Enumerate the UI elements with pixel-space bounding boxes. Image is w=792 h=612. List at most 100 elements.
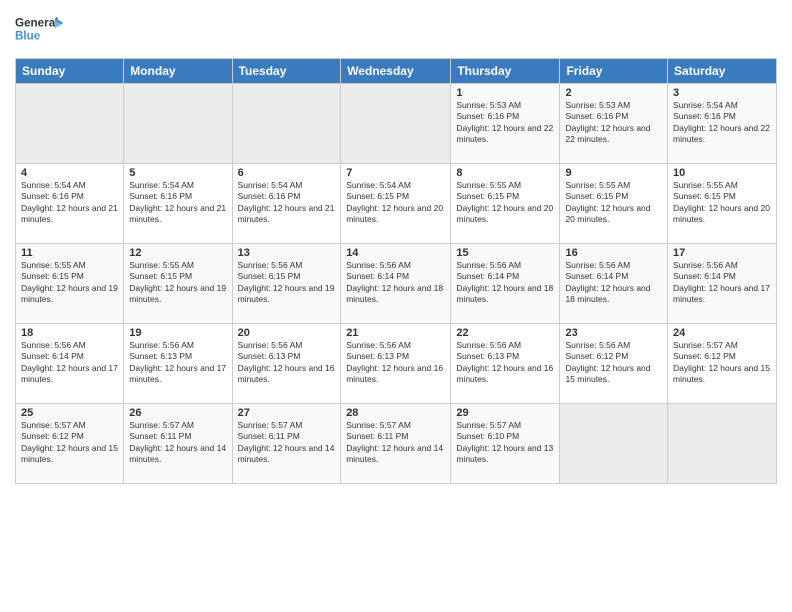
calendar-cell: 13Sunrise: 5:56 AMSunset: 6:15 PMDayligh… — [232, 244, 341, 324]
day-number: 2 — [565, 87, 662, 99]
calendar-cell: 28Sunrise: 5:57 AMSunset: 6:11 PMDayligh… — [341, 404, 451, 484]
calendar-week-3: 11 Sunrise: 5:55 AMSunset: 6:15 PMDayligh… — [16, 244, 777, 324]
column-header-tuesday: Tuesday — [232, 59, 341, 84]
day-number: 21 — [346, 327, 445, 339]
column-header-friday: Friday — [560, 59, 668, 84]
day-number: 4 — [21, 167, 118, 179]
day-info: Sunrise: 5:57 AMSunset: 6:11 PMDaylight:… — [346, 420, 445, 466]
day-number: 28 — [346, 407, 445, 419]
column-header-monday: Monday — [124, 59, 232, 84]
logo-icon: General Blue — [15, 10, 65, 50]
column-header-saturday: Saturday — [668, 59, 777, 84]
day-number: 3 — [673, 87, 771, 99]
day-info: Sunrise: 5:54 AMSunset: 6:16 PMDaylight:… — [129, 180, 226, 226]
page-container: General Blue SundayMondayTuesdayWednesda… — [0, 0, 792, 612]
day-number: 29 — [456, 407, 554, 419]
calendar-cell: 22Sunrise: 5:56 AMSunset: 6:13 PMDayligh… — [451, 324, 560, 404]
day-info: Sunrise: 5:54 AMSunset: 6:16 PMDaylight:… — [238, 180, 336, 226]
page-header: General Blue — [15, 10, 777, 50]
day-info: Sunrise: 5:57 AMSunset: 6:11 PMDaylight:… — [129, 420, 226, 466]
calendar-week-1: 1Sunrise: 5:53 AMSunset: 6:16 PMDaylight… — [16, 84, 777, 164]
column-header-wednesday: Wednesday — [341, 59, 451, 84]
day-number: 26 — [129, 407, 226, 419]
calendar-cell: 29Sunrise: 5:57 AMSunset: 6:10 PMDayligh… — [451, 404, 560, 484]
calendar-table: SundayMondayTuesdayWednesdayThursdayFrid… — [15, 58, 777, 484]
calendar-cell: 4Sunrise: 5:54 AMSunset: 6:16 PMDaylight… — [16, 164, 124, 244]
day-number: 19 — [129, 327, 226, 339]
day-number: 7 — [346, 167, 445, 179]
calendar-cell: 2Sunrise: 5:53 AMSunset: 6:16 PMDaylight… — [560, 84, 668, 164]
day-info: Sunrise: 5:56 AMSunset: 6:13 PMDaylight:… — [129, 340, 226, 386]
calendar-cell: 16Sunrise: 5:56 AMSunset: 6:14 PMDayligh… — [560, 244, 668, 324]
calendar-cell — [668, 404, 777, 484]
calendar-cell: 5Sunrise: 5:54 AMSunset: 6:16 PMDaylight… — [124, 164, 232, 244]
calendar-week-4: 18Sunrise: 5:56 AMSunset: 6:14 PMDayligh… — [16, 324, 777, 404]
day-info: Sunrise: 5:56 AMSunset: 6:13 PMDaylight:… — [456, 340, 554, 386]
calendar-cell: 24Sunrise: 5:57 AMSunset: 6:12 PMDayligh… — [668, 324, 777, 404]
day-info: Sunrise: 5:56 AMSunset: 6:14 PMDaylight:… — [565, 260, 662, 306]
calendar-cell: 26Sunrise: 5:57 AMSunset: 6:11 PMDayligh… — [124, 404, 232, 484]
day-number: 11 — [21, 247, 118, 259]
day-number: 14 — [346, 247, 445, 259]
calendar-body: 1Sunrise: 5:53 AMSunset: 6:16 PMDaylight… — [16, 84, 777, 484]
day-number: 15 — [456, 247, 554, 259]
calendar-cell: 25Sunrise: 5:57 AMSunset: 6:12 PMDayligh… — [16, 404, 124, 484]
calendar-cell: 17Sunrise: 5:56 AMSunset: 6:14 PMDayligh… — [668, 244, 777, 324]
day-info: Sunrise: 5:57 AMSunset: 6:12 PMDaylight:… — [21, 420, 118, 466]
day-info: Sunrise: 5:56 AMSunset: 6:14 PMDaylight:… — [673, 260, 771, 306]
calendar-cell: 18Sunrise: 5:56 AMSunset: 6:14 PMDayligh… — [16, 324, 124, 404]
calendar-cell: 6Sunrise: 5:54 AMSunset: 6:16 PMDaylight… — [232, 164, 341, 244]
day-info: Sunrise: 5:54 AMSunset: 6:16 PMDaylight:… — [21, 180, 118, 226]
day-info: Sunrise: 5:55 AMSunset: 6:15 PMDaylight:… — [673, 180, 771, 226]
calendar-cell: 11Sunrise: 5:55 AMSunset: 6:15 PMDayligh… — [16, 244, 124, 324]
day-info: Sunrise: 5:57 AMSunset: 6:12 PMDaylight:… — [673, 340, 771, 386]
calendar-cell — [124, 84, 232, 164]
day-number: 27 — [238, 407, 336, 419]
day-number: 10 — [673, 167, 771, 179]
day-number: 25 — [21, 407, 118, 419]
calendar-cell: 10Sunrise: 5:55 AMSunset: 6:15 PMDayligh… — [668, 164, 777, 244]
calendar-header-row: SundayMondayTuesdayWednesdayThursdayFrid… — [16, 59, 777, 84]
day-info: Sunrise: 5:56 AMSunset: 6:14 PMDaylight:… — [456, 260, 554, 306]
day-info: Sunrise: 5:56 AMSunset: 6:13 PMDaylight:… — [346, 340, 445, 386]
calendar-week-2: 4Sunrise: 5:54 AMSunset: 6:16 PMDaylight… — [16, 164, 777, 244]
day-number: 23 — [565, 327, 662, 339]
column-header-thursday: Thursday — [451, 59, 560, 84]
calendar-cell: 15Sunrise: 5:56 AMSunset: 6:14 PMDayligh… — [451, 244, 560, 324]
day-info: Sunrise: 5:55 AMSunset: 6:15 PMDaylight:… — [565, 180, 662, 226]
svg-text:General: General — [15, 16, 58, 29]
calendar-cell — [232, 84, 341, 164]
calendar-cell — [341, 84, 451, 164]
day-number: 22 — [456, 327, 554, 339]
day-number: 17 — [673, 247, 771, 259]
calendar-cell: 3Sunrise: 5:54 AMSunset: 6:16 PMDaylight… — [668, 84, 777, 164]
day-info: Sunrise: 5:56 AMSunset: 6:13 PMDaylight:… — [238, 340, 336, 386]
day-info: Sunrise: 5:56 AMSunset: 6:15 PMDaylight:… — [238, 260, 336, 306]
day-info: Sunrise: 5:53 AMSunset: 6:16 PMDaylight:… — [565, 100, 662, 146]
calendar-cell: 1Sunrise: 5:53 AMSunset: 6:16 PMDaylight… — [451, 84, 560, 164]
column-header-sunday: Sunday — [16, 59, 124, 84]
day-info: Sunrise: 5:55 AMSunset: 6:15 PMDaylight:… — [129, 260, 226, 306]
calendar-cell — [16, 84, 124, 164]
day-info: Sunrise: 5:54 AMSunset: 6:16 PMDaylight:… — [673, 100, 771, 146]
calendar-cell: 14Sunrise: 5:56 AMSunset: 6:14 PMDayligh… — [341, 244, 451, 324]
day-number: 13 — [238, 247, 336, 259]
calendar-cell: 21Sunrise: 5:56 AMSunset: 6:13 PMDayligh… — [341, 324, 451, 404]
calendar-cell: 12Sunrise: 5:55 AMSunset: 6:15 PMDayligh… — [124, 244, 232, 324]
day-info: Sunrise: 5:57 AMSunset: 6:11 PMDaylight:… — [238, 420, 336, 466]
calendar-cell — [560, 404, 668, 484]
day-info: Sunrise: 5:53 AMSunset: 6:16 PMDaylight:… — [456, 100, 554, 146]
day-info: Sunrise: 5:56 AMSunset: 6:14 PMDaylight:… — [346, 260, 445, 306]
day-number: 1 — [456, 87, 554, 99]
day-info: Sunrise: 5:54 AMSunset: 6:15 PMDaylight:… — [346, 180, 445, 226]
calendar-cell: 8Sunrise: 5:55 AMSunset: 6:15 PMDaylight… — [451, 164, 560, 244]
day-number: 18 — [21, 327, 118, 339]
calendar-cell: 19Sunrise: 5:56 AMSunset: 6:13 PMDayligh… — [124, 324, 232, 404]
day-number: 6 — [238, 167, 336, 179]
day-info: Sunrise: 5:56 AMSunset: 6:14 PMDaylight:… — [21, 340, 118, 386]
calendar-cell: 20Sunrise: 5:56 AMSunset: 6:13 PMDayligh… — [232, 324, 341, 404]
logo: General Blue — [15, 10, 65, 50]
svg-text:Blue: Blue — [15, 30, 41, 43]
calendar-cell: 9Sunrise: 5:55 AMSunset: 6:15 PMDaylight… — [560, 164, 668, 244]
day-number: 9 — [565, 167, 662, 179]
